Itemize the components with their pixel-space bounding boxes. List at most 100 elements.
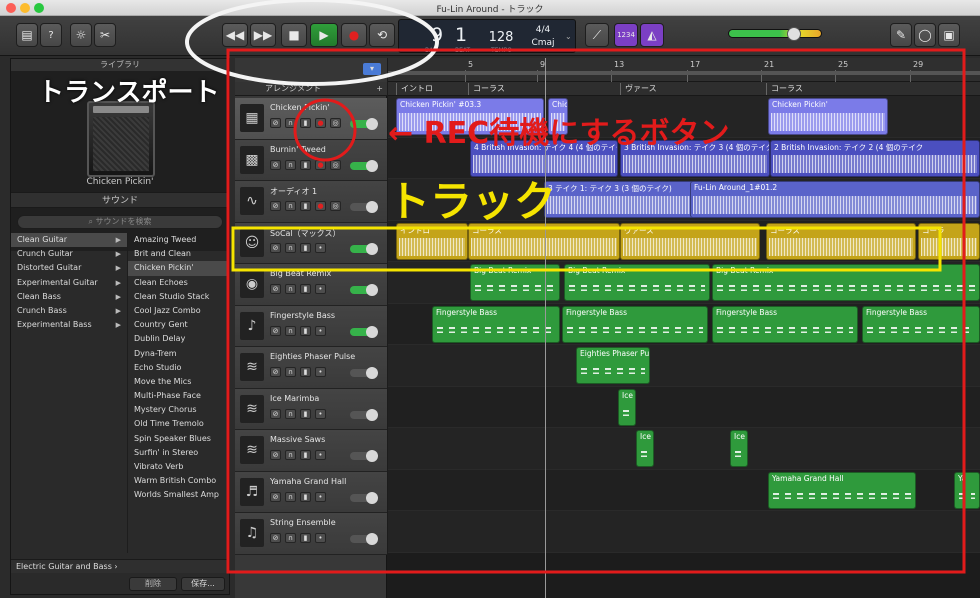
lock-icon[interactable]: ▮ [300, 159, 311, 170]
volume-knob[interactable] [366, 118, 378, 130]
patch-item[interactable]: Clean Echoes [128, 276, 229, 290]
volume-knob[interactable] [366, 450, 378, 462]
headphones-solo-icon[interactable]: ∩ [285, 201, 296, 211]
lock-icon[interactable]: ▮ [300, 118, 311, 128]
category-item[interactable]: Distorted Guitar ▶ [11, 261, 127, 275]
mute-icon[interactable]: ⊘ [270, 284, 281, 294]
region[interactable]: Ya [954, 471, 980, 509]
patch-item[interactable]: Warm British Combo [128, 474, 229, 488]
sound-search-input[interactable]: ⌕ サウンドを検索 [17, 215, 223, 229]
region[interactable]: Fingerstyle Bass [562, 305, 708, 343]
play-button[interactable]: ▶ [310, 23, 338, 47]
track-header[interactable]: ▩ Burnin' Tweed ⊘ ∩ ▮ ● ◎ [235, 139, 387, 181]
add-track-button[interactable]: + [376, 82, 383, 96]
delete-button[interactable]: 削除 [129, 577, 177, 591]
patch-item[interactable]: Worlds Smallest Amp [128, 488, 229, 502]
lcd-menu-chevron-icon[interactable]: ⌄ [565, 32, 572, 41]
record-enable-button[interactable]: • [315, 450, 326, 460]
mute-icon[interactable]: ⊘ [270, 118, 281, 128]
track-name[interactable]: String Ensemble [270, 518, 370, 527]
save-button[interactable]: 保存... [181, 577, 225, 591]
arrangement-marker[interactable]: コーラス [468, 83, 620, 95]
track-name[interactable]: SoCal（マックス） [270, 228, 370, 239]
patch-item[interactable]: Spin Speaker Blues [128, 432, 229, 446]
region[interactable]: Big Beat Remix [712, 264, 980, 301]
track-header[interactable]: ≋ Eighties Phaser Pulse ⊘ ∩ ▮ • [235, 347, 387, 389]
patch-item[interactable]: Vibrato Verb [128, 460, 229, 474]
track-volume-slider[interactable] [350, 491, 378, 504]
rewind-button[interactable]: ◀◀ [222, 23, 248, 47]
patch-item[interactable]: Move the Mics [128, 375, 229, 389]
lock-icon[interactable]: ▮ [300, 408, 311, 419]
volume-knob[interactable] [366, 491, 378, 504]
headphones-solo-icon[interactable]: ∩ [285, 450, 296, 460]
help-button[interactable]: ? [40, 23, 62, 47]
track-volume-slider[interactable] [350, 367, 378, 379]
forward-button[interactable]: ▶▶ [250, 23, 276, 47]
patch-item[interactable]: Old Time Tremolo [128, 417, 229, 431]
patch-item[interactable]: Echo Studio [128, 361, 229, 375]
track-header[interactable]: ♫ String Ensemble ⊘ ∩ ▮ • [235, 513, 387, 555]
category-item[interactable]: Crunch Bass ▶ [11, 304, 127, 318]
cycle-button[interactable]: ⟲ [369, 23, 395, 47]
media-browser-icon[interactable]: ▣ [938, 23, 960, 47]
lock-icon[interactable]: ▮ [300, 491, 311, 502]
headphones-solo-icon[interactable]: ∩ [285, 491, 296, 502]
master-volume-slider[interactable] [728, 27, 822, 41]
record-enable-button[interactable]: • [315, 367, 326, 377]
track-header[interactable]: ∿ オーディオ 1 ⊘ ∩ ▮ ● ◎ [235, 181, 387, 223]
lock-icon[interactable]: ▮ [300, 201, 311, 211]
track-lane[interactable]: Eighties Phaser Pul [388, 345, 980, 387]
track-header[interactable]: ♬ Yamaha Grand Hall ⊘ ∩ ▮ • [235, 471, 387, 513]
track-volume-slider[interactable] [350, 408, 378, 421]
patch-item[interactable]: Mystery Chorus [128, 403, 229, 417]
record-button[interactable]: ● [341, 23, 367, 47]
headphones-solo-icon[interactable]: ∩ [285, 284, 296, 294]
region[interactable]: Fu-Lin Around_1#01.2 [690, 181, 980, 218]
volume-knob[interactable] [366, 408, 378, 421]
track-name[interactable]: Massive Saws [270, 435, 370, 444]
track-name[interactable]: Big Beat Remix [270, 269, 370, 278]
record-enable-button[interactable]: ● [315, 201, 326, 211]
lock-icon[interactable]: ▮ [300, 325, 311, 336]
track-lane[interactable]: Ice [388, 386, 980, 428]
loop-browser-icon[interactable]: ◯ [914, 23, 936, 47]
mute-icon[interactable]: ⊘ [270, 367, 281, 377]
region[interactable]: Big Beat Remix [470, 264, 560, 301]
volume-knob[interactable] [366, 325, 378, 338]
headphones-solo-icon[interactable]: ∩ [285, 159, 296, 170]
mute-icon[interactable]: ⊘ [270, 450, 281, 460]
mute-icon[interactable]: ⊘ [270, 533, 281, 543]
input-monitor-icon[interactable]: ◎ [330, 159, 341, 170]
notepad-icon[interactable]: ✎ [890, 23, 912, 47]
track-header[interactable]: ▦ Chicken Pickin' ⊘ ∩ ▮ ● ◎ [235, 98, 387, 140]
record-enable-button[interactable]: ● [315, 159, 326, 170]
lock-icon[interactable]: ▮ [300, 284, 311, 294]
library-breadcrumb[interactable]: Electric Guitar and Bass › [11, 559, 229, 573]
headphones-solo-icon[interactable]: ∩ [285, 408, 296, 419]
track-name[interactable]: オーディオ 1 [270, 186, 370, 197]
input-monitor-icon[interactable]: ◎ [330, 201, 341, 211]
region[interactable]: Ice [636, 430, 654, 467]
input-monitor-icon[interactable]: ◎ [330, 118, 341, 128]
master-volume-knob[interactable] [787, 27, 801, 41]
record-enable-button[interactable]: • [315, 491, 326, 502]
headphones-solo-icon[interactable]: ∩ [285, 325, 296, 336]
category-item[interactable]: Crunch Guitar ▶ [11, 247, 127, 261]
count-in-button[interactable]: 1234 [614, 23, 638, 47]
track-volume-slider[interactable] [350, 450, 378, 462]
region[interactable]: コーラス [766, 222, 916, 260]
headphones-solo-icon[interactable]: ∩ [285, 242, 296, 253]
lock-icon[interactable]: ▮ [300, 450, 311, 460]
track-name[interactable]: Fingerstyle Bass [270, 311, 370, 320]
mute-icon[interactable]: ⊘ [270, 491, 281, 502]
volume-knob[interactable] [366, 201, 378, 213]
patch-item[interactable]: Clean Studio Stack [128, 290, 229, 304]
category-item[interactable]: Clean Guitar ▶ [11, 233, 127, 248]
region[interactable]: コーラ [918, 222, 980, 260]
volume-knob[interactable] [366, 533, 378, 545]
track-volume-slider[interactable] [350, 242, 378, 255]
mute-icon[interactable]: ⊘ [270, 325, 281, 336]
patch-item[interactable]: Brit and Clean [128, 247, 229, 261]
category-item[interactable]: Clean Bass ▶ [11, 290, 127, 304]
